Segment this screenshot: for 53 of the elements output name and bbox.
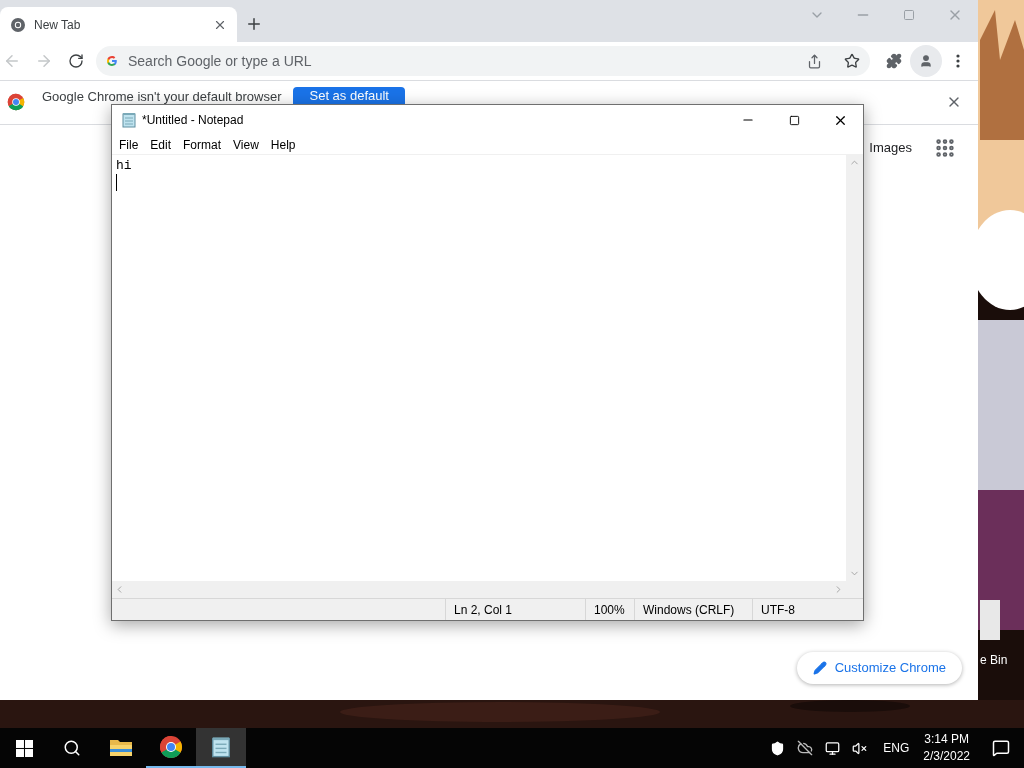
folder-icon	[109, 737, 133, 757]
menu-item[interactable]: File	[113, 135, 145, 154]
status-text: 100%	[585, 599, 634, 620]
address-bar[interactable]: Search Google or type a URL	[96, 46, 870, 76]
window-title: *Untitled - Notepad	[142, 112, 245, 129]
text-cursor	[116, 174, 117, 191]
bookmark-star-icon[interactable]	[844, 53, 860, 69]
security-shield-icon[interactable]	[770, 740, 786, 756]
clock-date: 2/3/2022	[923, 748, 970, 765]
notepad-icon	[210, 736, 232, 758]
chrome-logo-icon	[7, 93, 25, 111]
tab-title: New Tab	[34, 17, 82, 34]
menu-icon	[956, 54, 960, 68]
clock[interactable]: 3:14 PM 2/3/2022	[915, 731, 978, 765]
menu-item[interactable]: Format	[177, 135, 228, 154]
maximize-icon[interactable]	[788, 114, 800, 126]
status-text: UTF-8	[752, 599, 849, 620]
clock-time: 3:14 PM	[924, 731, 969, 748]
new-tab-icon[interactable]	[245, 15, 263, 33]
menu-item[interactable]: View	[227, 135, 265, 154]
status-text: Ln 2, Col 1	[445, 599, 585, 620]
menu-item[interactable]: Help	[264, 135, 302, 154]
menu-item[interactable]: Edit	[144, 135, 178, 154]
profile-button[interactable]	[910, 45, 942, 77]
customize-chrome-button[interactable]: Customize Chrome	[796, 652, 962, 684]
pencil-icon	[812, 661, 827, 675]
browser-tab[interactable]: New Tab	[0, 7, 237, 43]
windows-logo-icon	[15, 739, 33, 757]
document-text: hi	[116, 157, 132, 174]
address-placeholder: Search Google or type a URL	[128, 51, 313, 71]
set-default-button[interactable]: Set as default	[293, 87, 405, 104]
forward-arrow-icon	[35, 52, 53, 70]
status-text: Windows (CRLF)	[634, 599, 752, 620]
cloud-off-icon[interactable]	[797, 740, 814, 756]
puzzle-icon	[886, 53, 902, 69]
share-icon[interactable]	[807, 53, 822, 69]
notepad-icon	[121, 112, 137, 128]
chrome-logo-icon	[159, 735, 183, 759]
infobar-message: Google Chrome isn't your default browser	[42, 88, 282, 105]
chrome-logo-icon	[10, 17, 26, 33]
reload-icon	[68, 53, 84, 69]
volume-muted-icon[interactable]	[852, 740, 868, 756]
header-link[interactable]: Images	[869, 138, 912, 158]
search-icon	[63, 739, 81, 757]
notifications-icon[interactable]	[992, 739, 1010, 757]
taskbar-app[interactable]	[196, 728, 246, 768]
text-area[interactable]: hi	[112, 155, 846, 581]
language-indicator[interactable]: ENG	[877, 739, 916, 757]
close-icon[interactable]	[213, 18, 227, 32]
google-logo-icon	[106, 55, 118, 67]
network-icon[interactable]	[825, 740, 841, 756]
apps-grid-icon[interactable]	[934, 137, 956, 159]
person-icon	[919, 54, 933, 68]
